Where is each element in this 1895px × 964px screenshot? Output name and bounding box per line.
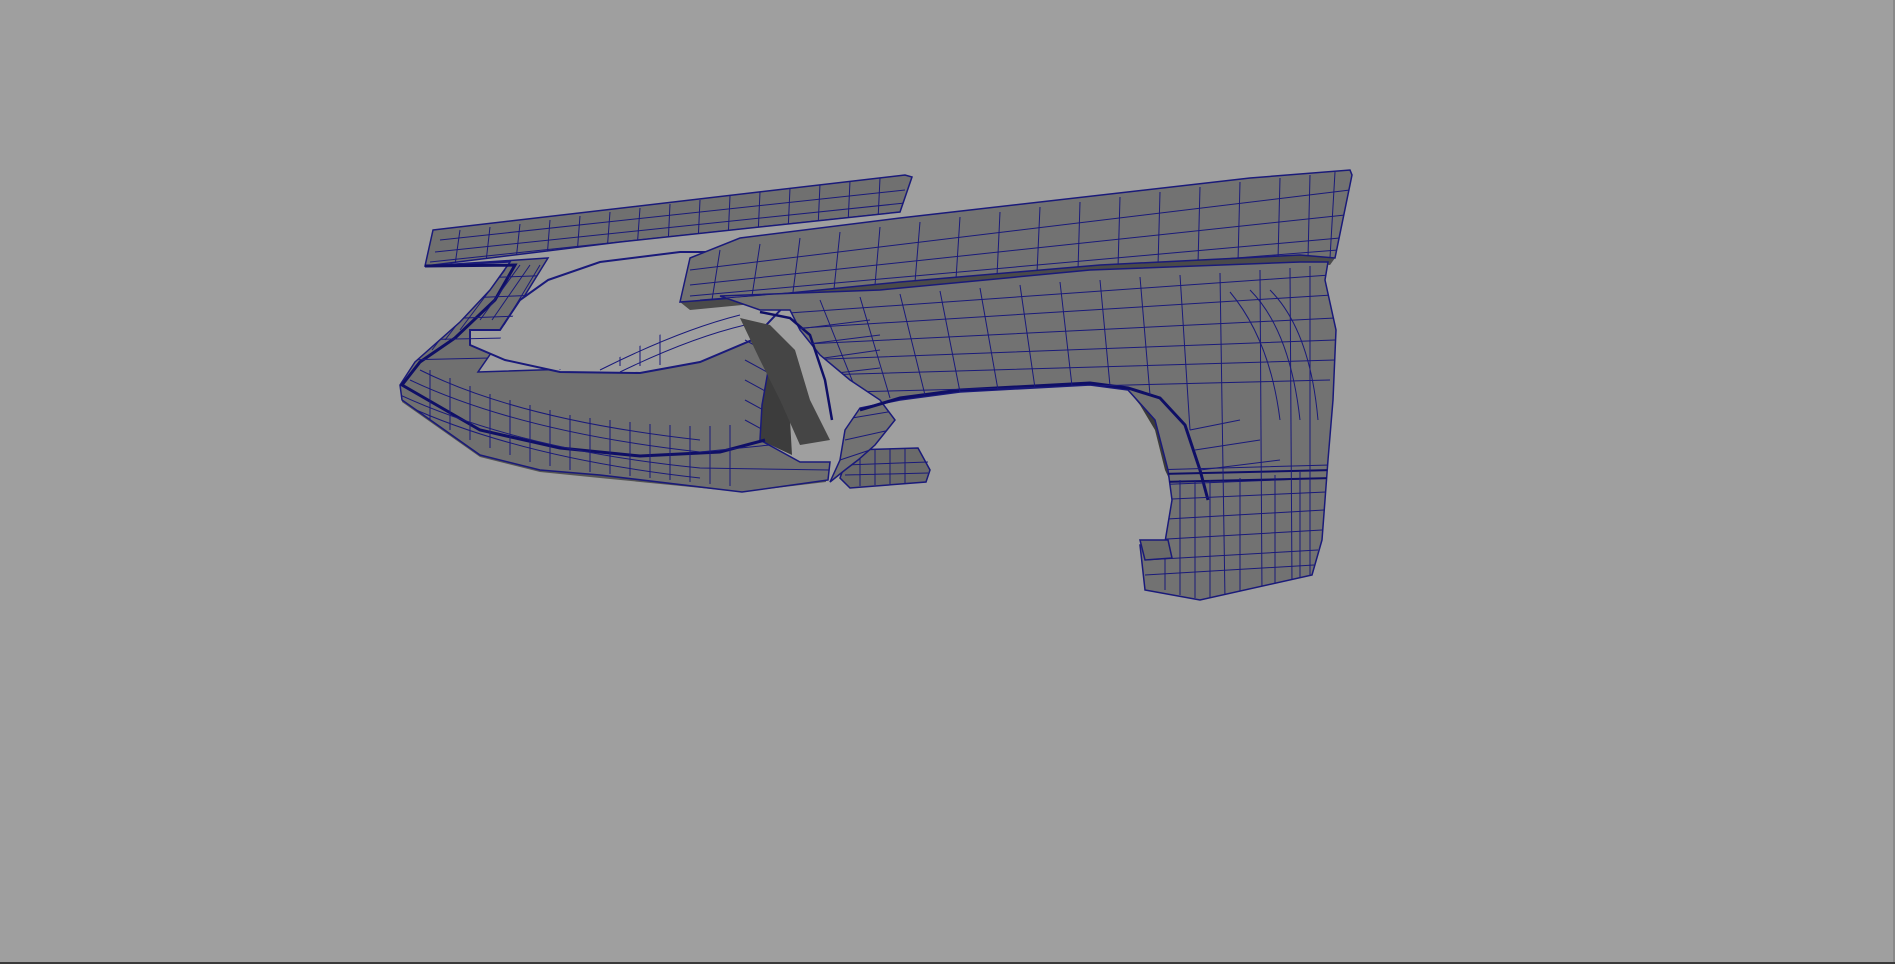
right-fender-mesh[interactable] <box>679 169 1353 601</box>
viewport-canvas[interactable] <box>0 0 1895 962</box>
3d-viewport[interactable] <box>0 0 1895 964</box>
right-fender-bottom-tab <box>1139 539 1173 561</box>
